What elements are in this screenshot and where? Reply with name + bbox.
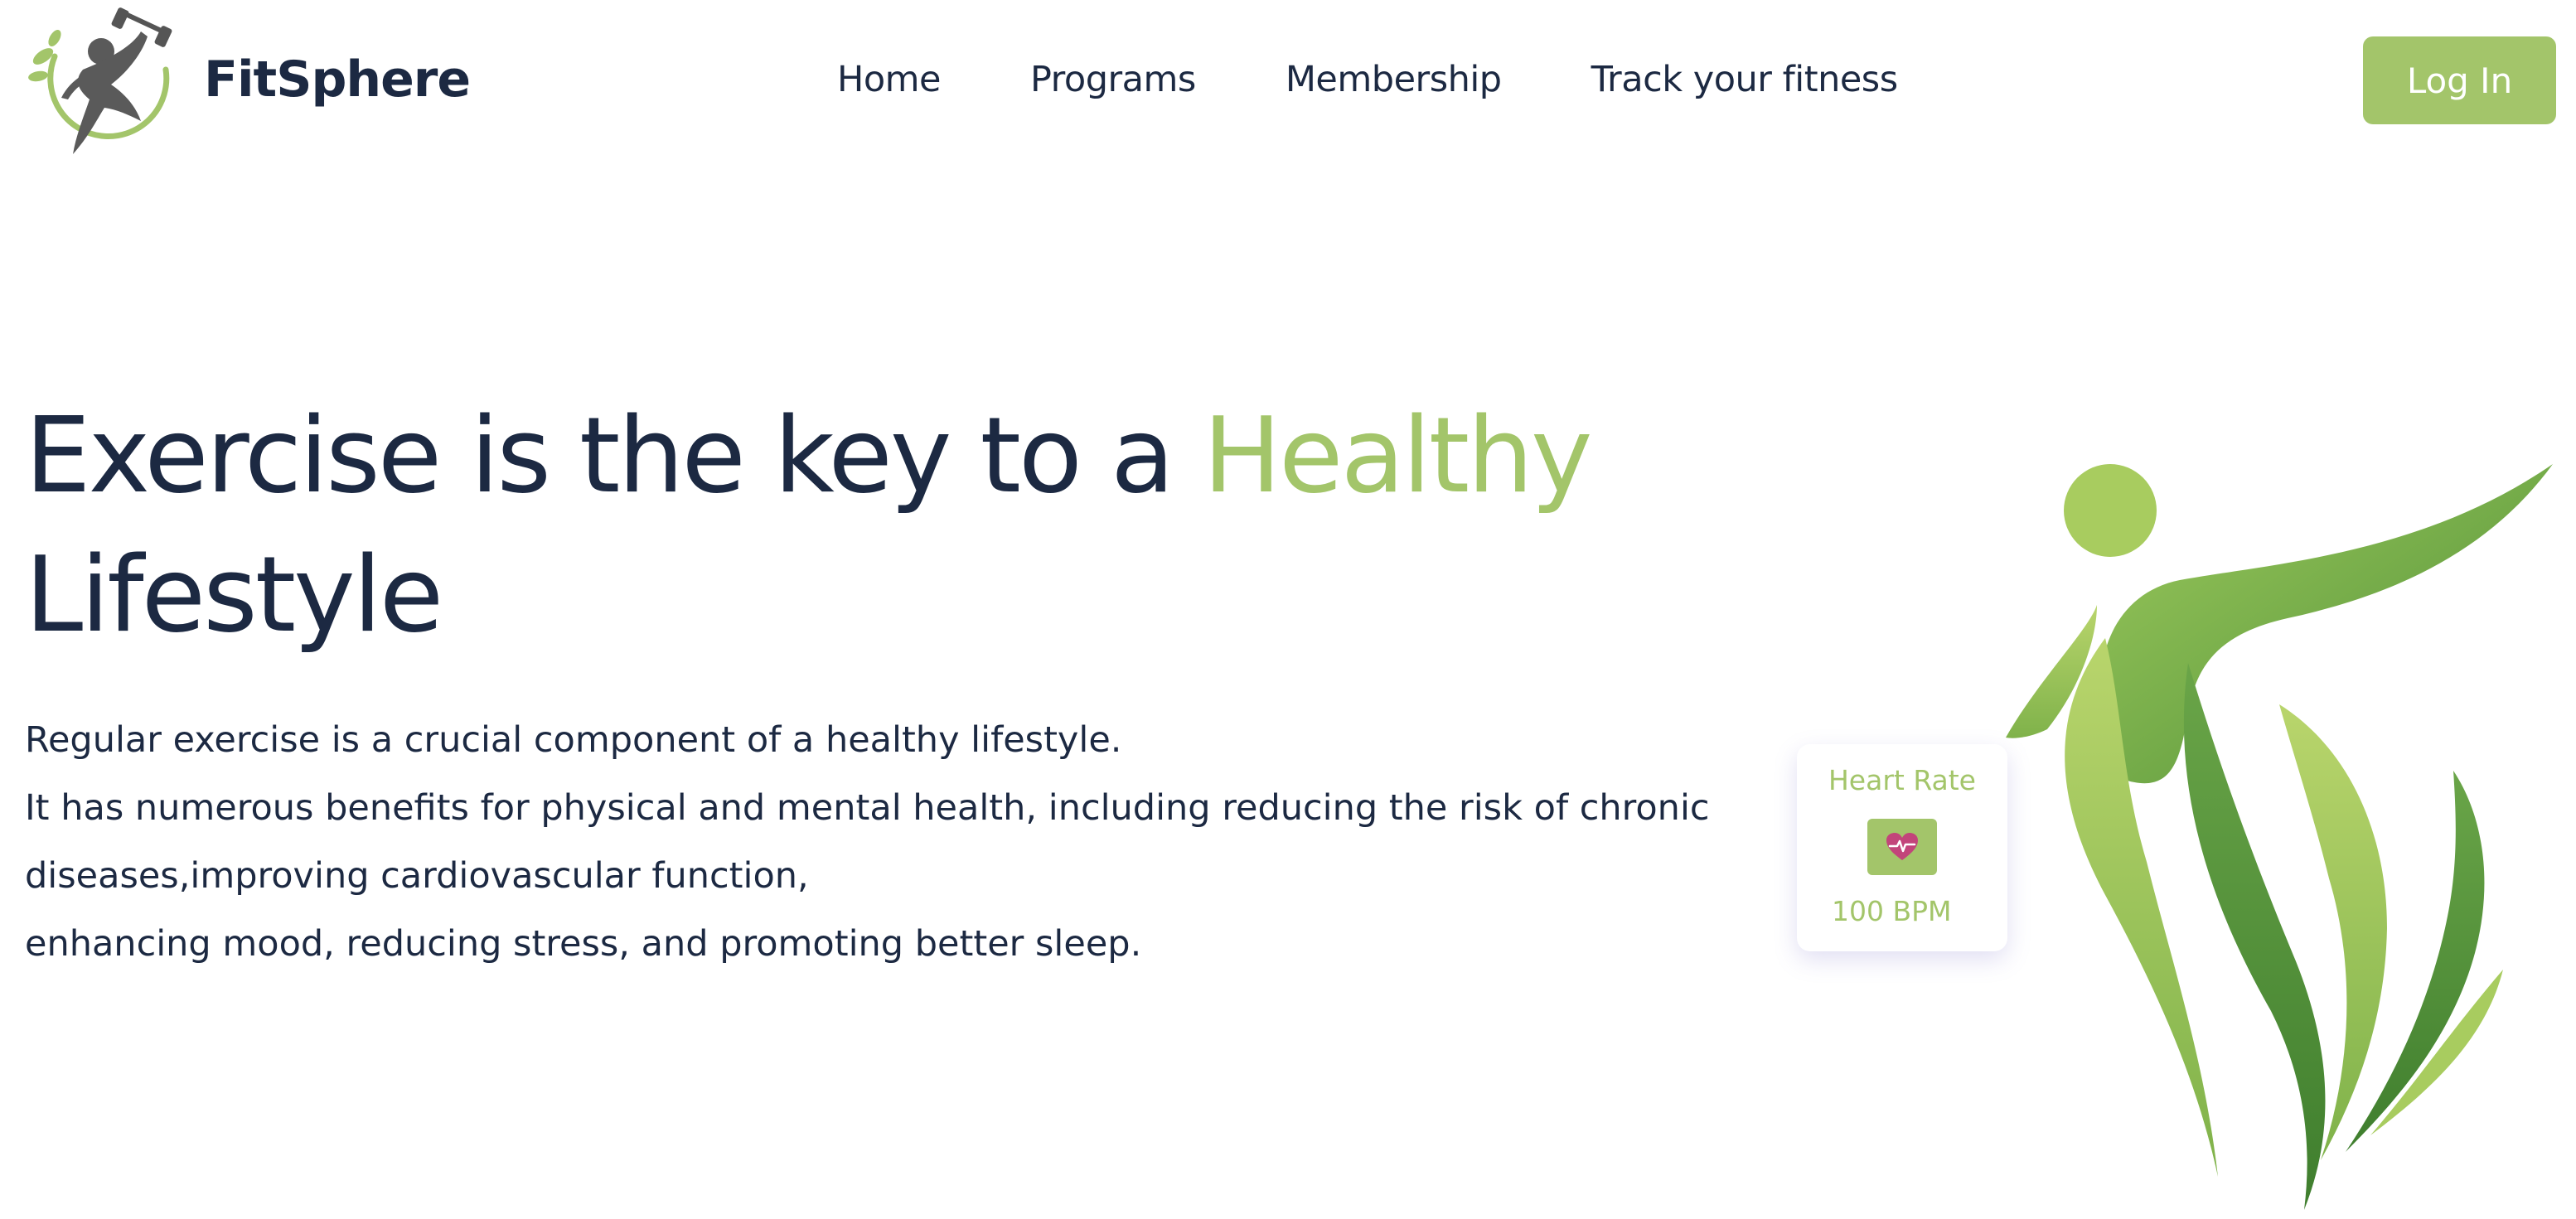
- hero-title: Exercise is the key to a Healthy Lifestyl…: [25, 386, 1683, 665]
- nav-track-fitness[interactable]: Track your fitness: [1591, 59, 1899, 100]
- hero-title-accent: Healthy: [1203, 394, 1592, 516]
- hero-paragraph-line: enhancing mood, reducing stress, and pro…: [25, 923, 1142, 965]
- brand-name[interactable]: FitSphere: [204, 46, 471, 113]
- heart-rate-value: 100 BPM: [1832, 895, 1952, 927]
- hero-paragraph-line: Regular exercise is a crucial component …: [25, 719, 1122, 761]
- nav-home[interactable]: Home: [837, 59, 941, 100]
- login-button[interactable]: Log In: [2363, 36, 2556, 124]
- main-nav: Home Programs Membership Track your fitn…: [837, 46, 1898, 113]
- nav-membership[interactable]: Membership: [1286, 59, 1502, 100]
- nav-programs[interactable]: Programs: [1030, 59, 1196, 100]
- fitsphere-logo-icon[interactable]: [25, 5, 184, 159]
- hero-title-end: Lifestyle: [25, 534, 443, 655]
- hero-title-main: Exercise is the key to a: [25, 394, 1203, 516]
- hero-paragraph-line: It has numerous benefits for physical an…: [25, 787, 1710, 897]
- fitness-figure-illustration: [2006, 464, 2553, 1210]
- hero-description: Regular exercise is a crucial component …: [25, 706, 1732, 978]
- site-header: FitSphere Home Programs Membership Track…: [0, 0, 2576, 166]
- heart-pulse-icon: [1867, 819, 1937, 875]
